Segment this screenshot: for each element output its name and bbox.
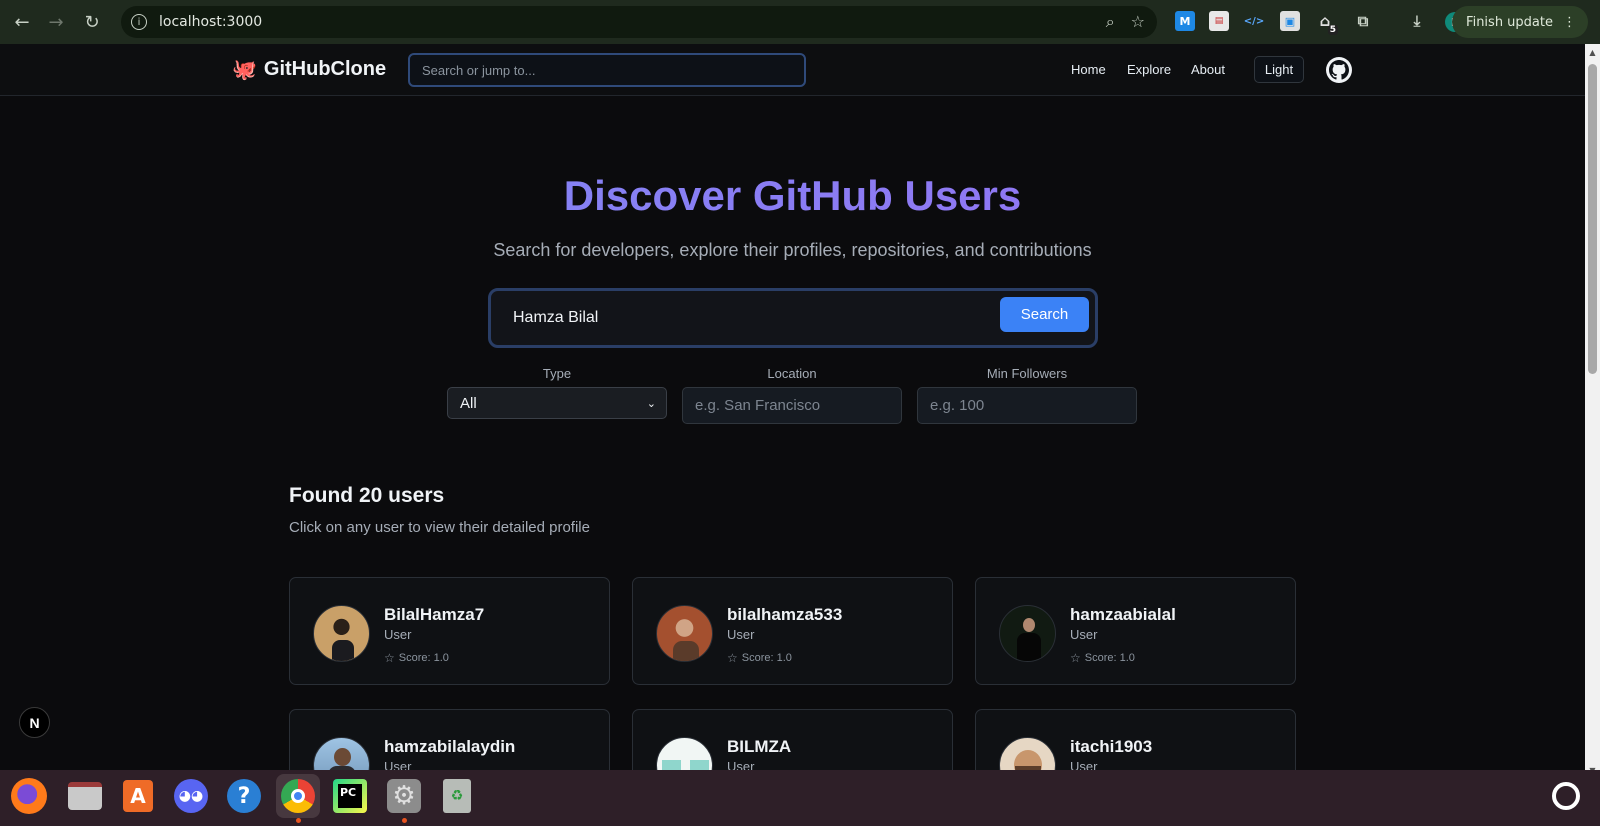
user-type: User: [727, 627, 755, 642]
files-icon[interactable]: [65, 776, 105, 816]
github-icon[interactable]: [1326, 57, 1352, 83]
min-followers-placeholder: e.g. 100: [930, 397, 985, 414]
user-avatar: [999, 605, 1056, 662]
score-text: Score: 1.0: [398, 652, 449, 664]
extension-badge: 5: [1327, 25, 1338, 35]
user-score: ☆ Score: 1.0: [384, 651, 449, 665]
extensions-puzzle-icon[interactable]: ⧉: [1353, 11, 1373, 31]
location-filter-label: Location: [767, 366, 817, 381]
octopus-logo-icon: 🐙: [232, 59, 257, 81]
zoom-icon[interactable]: ⌕: [1106, 12, 1115, 32]
results-subtitle: Click on any user to view their detailed…: [289, 519, 590, 536]
scroll-up-icon[interactable]: ▲: [1588, 48, 1597, 57]
user-login: bilalhamza533: [727, 605, 843, 624]
star-icon: ☆: [1070, 651, 1081, 665]
bookmark-star-icon[interactable]: ☆: [1131, 12, 1145, 32]
results-title: Found 20 users: [289, 484, 445, 507]
brand-name: GitHubClone: [263, 58, 387, 80]
type-filter-select[interactable]: All ⌄: [447, 387, 667, 419]
user-type: User: [384, 627, 412, 642]
type-filter-value: All: [460, 394, 477, 412]
user-card[interactable]: hamzaabialal User ☆ Score: 1.0: [975, 577, 1296, 685]
chevron-down-icon: ⌄: [646, 396, 656, 410]
page-viewport: 🐙 GitHubClone Home Explore About Light D…: [0, 44, 1585, 782]
nav-about-link[interactable]: About: [1191, 62, 1225, 77]
theme-toggle-button[interactable]: Light: [1254, 56, 1304, 83]
user-card[interactable]: bilalhamza533 User ☆ Score: 1.0: [632, 577, 953, 685]
brand[interactable]: 🐙 GitHubClone: [232, 57, 386, 82]
discord-icon[interactable]: ◕◕: [171, 776, 211, 816]
user-avatar: [656, 605, 713, 662]
min-followers-filter-label: Min Followers: [986, 366, 1068, 381]
nextjs-dev-badge[interactable]: N: [19, 707, 50, 738]
address-bar[interactable]: i localhost:3000 ⌕ ☆: [121, 6, 1157, 38]
taskbar: A ◕◕ ? PC ⚙ ♻: [0, 770, 1600, 826]
header-search-input[interactable]: [408, 53, 806, 87]
user-login: itachi1903: [1070, 737, 1153, 756]
ubuntu-logo-icon[interactable]: [1546, 776, 1586, 816]
min-followers-filter-input[interactable]: e.g. 100: [917, 387, 1137, 424]
app-center-icon[interactable]: A: [118, 776, 158, 816]
chrome-icon[interactable]: [276, 774, 320, 818]
reload-icon[interactable]: ↻: [75, 5, 109, 39]
finish-update-button[interactable]: Finish update ⋮: [1452, 6, 1588, 38]
browser-toolbar: ← → ↻ i localhost:3000 ⌕ ☆ M ▤ </> ▣ ⌂ 5 …: [0, 0, 1600, 44]
pycharm-icon[interactable]: PC: [330, 776, 370, 816]
type-filter-label: Type: [542, 366, 572, 381]
hero-subtitle: Search for developers, explore their pro…: [493, 240, 1092, 260]
search-button[interactable]: Search: [1000, 297, 1089, 332]
help-icon[interactable]: ?: [224, 776, 264, 816]
user-login: BilalHamza7: [384, 605, 485, 624]
running-indicator: [402, 818, 407, 823]
firefox-icon[interactable]: [11, 778, 47, 814]
nav-explore-link[interactable]: Explore: [1127, 62, 1171, 77]
running-indicator: [296, 818, 301, 823]
star-icon: ☆: [384, 651, 395, 665]
site-info-icon[interactable]: i: [131, 14, 147, 30]
extension-m-icon[interactable]: M: [1175, 11, 1195, 31]
trash-icon[interactable]: ♻: [437, 776, 477, 816]
star-icon: ☆: [727, 651, 738, 665]
score-text: Score: 1.0: [741, 652, 792, 664]
location-placeholder: e.g. San Francisco: [695, 397, 821, 414]
user-score: ☆ Score: 1.0: [1070, 651, 1135, 665]
user-avatar: [313, 605, 370, 662]
site-header: 🐙 GitHubClone Home Explore About Light: [0, 44, 1585, 96]
settings-icon[interactable]: ⚙: [384, 776, 424, 816]
download-icon[interactable]: ⤓: [1407, 11, 1427, 31]
nav-home-link[interactable]: Home: [1071, 62, 1106, 77]
user-score: ☆ Score: 1.0: [727, 651, 792, 665]
kebab-menu-icon: ⋮: [1563, 14, 1576, 30]
user-login: BILMZA: [727, 737, 792, 756]
extension-home-icon[interactable]: ⌂ 5: [1315, 11, 1338, 35]
extension-code-icon[interactable]: </>: [1244, 11, 1264, 31]
user-login: hamzabilalaydin: [384, 737, 516, 756]
page-scrollbar[interactable]: ▲ ▼: [1585, 44, 1600, 782]
forward-icon[interactable]: →: [39, 5, 73, 39]
extension-window-icon[interactable]: ▣: [1280, 11, 1300, 31]
main-search-input[interactable]: [513, 305, 973, 331]
user-login: hamzaabialal: [1070, 605, 1176, 624]
main-search-box: Search: [488, 288, 1098, 348]
back-icon[interactable]: ←: [5, 5, 39, 39]
location-filter-input[interactable]: e.g. San Francisco: [682, 387, 902, 424]
score-text: Score: 1.0: [1084, 652, 1135, 664]
url-text[interactable]: localhost:3000: [159, 14, 262, 30]
hero-title: Discover GitHub Users: [0, 172, 1585, 220]
scroll-thumb[interactable]: [1588, 64, 1597, 374]
finish-update-label: Finish update: [1466, 14, 1553, 30]
extension-print-icon[interactable]: ▤: [1209, 11, 1229, 31]
user-type: User: [1070, 627, 1098, 642]
user-card[interactable]: BilalHamza7 User ☆ Score: 1.0: [289, 577, 610, 685]
